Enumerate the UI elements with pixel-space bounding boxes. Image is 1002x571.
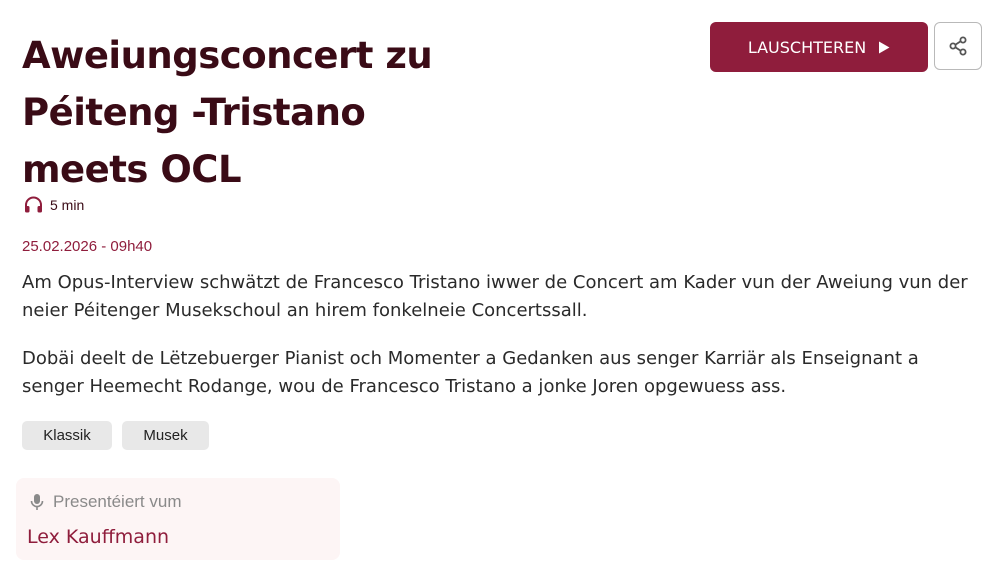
article-title: Aweiungsconcert zu Péiteng -Tristano mee… (22, 27, 502, 198)
presenter-label-row: Presentéiert vum (30, 492, 182, 512)
title-line-3: meets OCL (22, 148, 242, 191)
listen-button-label: LAUSCHTEREN (747, 37, 867, 57)
title-line-2: Péiteng -Tristano (22, 91, 366, 134)
publish-date: 25.02.2026 - 09h40 (22, 238, 153, 255)
presenter-card: Presentéiert vum Lex Kauffmann (16, 478, 340, 560)
microphone-icon (30, 494, 44, 510)
tag-klassik[interactable]: Klassik (22, 421, 112, 450)
share-button[interactable] (934, 22, 982, 70)
play-icon (879, 41, 890, 53)
article-paragraph-1: Am Opus-Interview schwätzt de Francesco … (22, 272, 968, 321)
presenter-name-link[interactable]: Lex Kauffmann (27, 526, 169, 548)
headphones-icon (25, 196, 42, 213)
title-line-1: Aweiungsconcert zu (22, 34, 433, 77)
duration-text: 5 min (50, 196, 85, 213)
tag-musek[interactable]: Musek (122, 421, 209, 450)
share-icon (949, 36, 967, 56)
duration-info: 5 min (24, 196, 84, 213)
article-paragraph-2: Dobäi deelt de Lëtzebuerger Pianist och … (22, 348, 919, 397)
listen-button[interactable]: LAUSCHTEREN (710, 22, 928, 72)
presenter-label: Presentéiert vum (53, 492, 182, 511)
